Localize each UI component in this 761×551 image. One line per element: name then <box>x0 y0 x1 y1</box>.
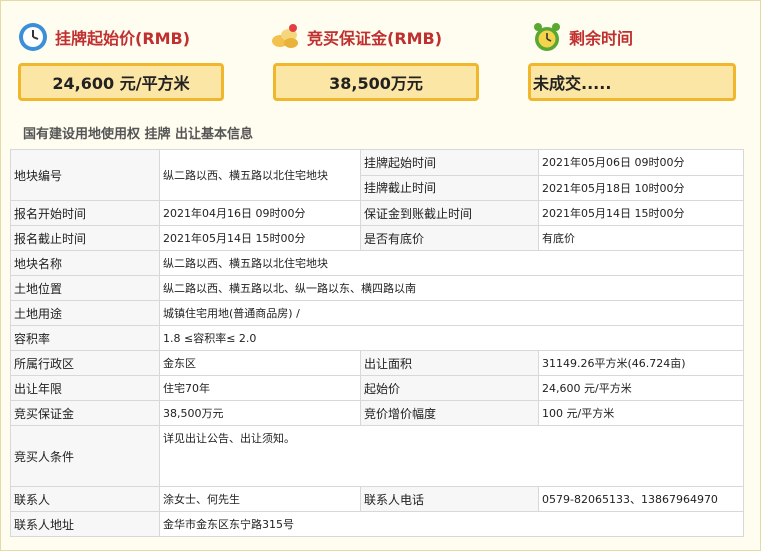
table-row: 竞买保证金 38,500万元 竞价增价幅度 100 元/平方米 <box>10 400 744 426</box>
use-value: 城镇住宅用地(普通商品房) / <box>159 300 744 326</box>
table-row: 联系人 涂女士、何先生 联系人电话 0579-82065133、13867964… <box>10 486 744 512</box>
use-key: 土地用途 <box>10 300 160 326</box>
alarm-clock-icon <box>534 23 560 51</box>
reserve-key: 是否有底价 <box>360 225 539 251</box>
table-row: 地块编号 纵二路以西、横五路以北住宅地块 挂牌起始时间 2021年05月06日 … <box>10 149 744 201</box>
table-row: 联系人地址 金华市金东区东宁路315号 <box>10 511 744 537</box>
contact-key: 联系人 <box>10 486 160 512</box>
conditions-key: 竞买人条件 <box>10 425 160 487</box>
start-price-key: 起始价 <box>360 375 539 401</box>
list-start-key: 挂牌起始时间 <box>360 149 539 176</box>
list-end-value: 2021年05月18日 10时00分 <box>538 174 744 201</box>
apply-end-value: 2021年05月14日 15时00分 <box>159 225 361 251</box>
bid-deposit-key: 竞买保证金 <box>10 400 160 426</box>
section-title: 国有建设用地使用权 挂牌 出让基本信息 <box>23 127 254 142</box>
start-price-header: 挂牌起始价(RMB) <box>17 19 190 55</box>
remaining-header: 剩余时间 <box>531 19 633 55</box>
phone-value: 0579-82065133、13867964970 <box>538 486 744 512</box>
area-value: 31149.26平方米(46.724亩) <box>538 350 744 376</box>
table-row: 土地用途 城镇住宅用地(普通商品房) / <box>10 300 744 326</box>
list-end-key: 挂牌截止时间 <box>360 174 539 201</box>
far-value: 1.8 ≤容积率≤ 2.0 <box>159 325 744 351</box>
list-start-value: 2021年05月06日 09时00分 <box>538 149 744 176</box>
reserve-value: 有底价 <box>538 225 744 251</box>
deposit-label: 竞买保证金(RMB) <box>307 29 443 48</box>
far-key: 容积率 <box>10 325 160 351</box>
start-price-label: 挂牌起始价(RMB) <box>55 29 191 48</box>
plot-name-value: 纵二路以西、横五路以北住宅地块 <box>159 250 744 276</box>
table-row: 出让年限 住宅70年 起始价 24,600 元/平方米 <box>10 375 744 401</box>
start-price-value-box: 24,600 元/平方米 <box>18 63 224 101</box>
deposit-deadline-key: 保证金到账截止时间 <box>360 200 539 226</box>
address-value: 金华市金东区东宁路315号 <box>159 511 744 537</box>
location-value: 纵二路以西、横五路以北、纵一路以东、横四路以南 <box>159 275 744 301</box>
table-row: 容积率 1.8 ≤容积率≤ 2.0 <box>10 325 744 351</box>
apply-start-key: 报名开始时间 <box>10 200 160 226</box>
coins-icon <box>272 24 298 48</box>
apply-end-key: 报名截止时间 <box>10 225 160 251</box>
table-row: 土地位置 纵二路以西、横五路以北、纵一路以东、横四路以南 <box>10 275 744 301</box>
page-frame: 挂牌起始价(RMB) 竞买保证金(RMB) 剩余时间 24,600 元/平方米 … <box>0 0 761 551</box>
deposit-value: 38,500万元 <box>329 74 423 93</box>
table-row: 竞买人条件 详见出让公告、出让须知。 <box>10 425 744 487</box>
start-price-cell: 24,600 元/平方米 <box>538 375 744 401</box>
clock-icon <box>19 23 47 51</box>
start-price-value: 24,600 元/平方米 <box>52 74 190 93</box>
increment-key: 竞价增价幅度 <box>360 400 539 426</box>
term-value: 住宅70年 <box>159 375 361 401</box>
contact-value: 涂女士、何先生 <box>159 486 361 512</box>
remaining-value-box: 未成交..... <box>528 63 736 101</box>
increment-value: 100 元/平方米 <box>538 400 744 426</box>
table-row: 所属行政区 金东区 出让面积 31149.26平方米(46.724亩) <box>10 350 744 376</box>
deposit-deadline-value: 2021年05月14日 15时00分 <box>538 200 744 226</box>
conditions-value: 详见出让公告、出让须知。 <box>159 425 744 487</box>
area-key: 出让面积 <box>360 350 539 376</box>
basic-info-table: 地块编号 纵二路以西、横五路以北住宅地块 挂牌起始时间 2021年05月06日 … <box>10 149 744 537</box>
deposit-header: 竞买保证金(RMB) <box>269 19 442 55</box>
district-key: 所属行政区 <box>10 350 160 376</box>
location-key: 土地位置 <box>10 275 160 301</box>
term-key: 出让年限 <box>10 375 160 401</box>
table-row: 地块名称 纵二路以西、横五路以北住宅地块 <box>10 250 744 276</box>
phone-key: 联系人电话 <box>360 486 539 512</box>
deposit-value-box: 38,500万元 <box>273 63 479 101</box>
table-row: 报名截止时间 2021年05月14日 15时00分 是否有底价 有底价 <box>10 225 744 251</box>
plot-name-key: 地块名称 <box>10 250 160 276</box>
remaining-value: 未成交..... <box>533 74 612 93</box>
remaining-label: 剩余时间 <box>569 29 634 48</box>
plot-no-value: 纵二路以西、横五路以北住宅地块 <box>159 149 361 201</box>
plot-no-key: 地块编号 <box>10 149 160 201</box>
address-key: 联系人地址 <box>10 511 160 537</box>
apply-start-value: 2021年04月16日 09时00分 <box>159 200 361 226</box>
district-value: 金东区 <box>159 350 361 376</box>
table-row: 报名开始时间 2021年04月16日 09时00分 保证金到账截止时间 2021… <box>10 200 744 226</box>
bid-deposit-value: 38,500万元 <box>159 400 361 426</box>
